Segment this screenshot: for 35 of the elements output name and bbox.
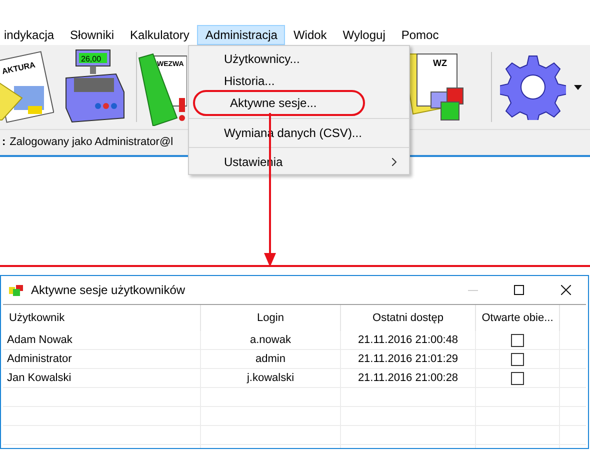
table-cell: admin [201, 350, 341, 368]
menu-bar-item[interactable]: Administracja [197, 25, 286, 45]
table-cell: 21.11.2016 21:01:29 [341, 350, 476, 368]
menu-bar-item[interactable]: Pomoc [393, 25, 447, 45]
menu-bar-item[interactable]: Wyloguj [334, 25, 394, 45]
menu-bar-item[interactable]: Kalkulatory [122, 25, 198, 45]
table-cell: 21.11.2016 21:00:48 [341, 331, 476, 349]
table-cell: 21.11.2016 21:00:28 [341, 369, 476, 387]
checkbox[interactable] [511, 352, 524, 366]
table-cell: j.kowalski [201, 369, 341, 387]
login-status: Zalogowany jako Administrator@l [8, 135, 174, 150]
table-cell: Adam Nowak [3, 331, 201, 349]
window-title: Aktywne sesje użytkowników [31, 282, 186, 299]
status-label: : [1, 135, 6, 150]
column-header[interactable]: Otwarte obie... [476, 305, 560, 331]
menu-bar-item[interactable]: indykacja [0, 25, 62, 45]
invoice-drawing[interactable]: AKTURA [0, 48, 54, 126]
caret-icon[interactable] [574, 84, 582, 90]
checkbox[interactable] [511, 334, 524, 346]
column-header[interactable]: Login [201, 305, 341, 331]
menu-item[interactable]: Aktywne sesje... [195, 92, 363, 114]
column-header[interactable]: Użytkownik [3, 305, 201, 331]
maximize-icon[interactable] [514, 285, 524, 295]
checkbox[interactable] [511, 372, 524, 384]
menu-item[interactable]: Użytkownicy... [189, 48, 409, 70]
table-cell: Jan Kowalski [3, 369, 201, 387]
gear-icon[interactable] [500, 54, 566, 120]
menu-item[interactable]: Historia... [189, 70, 409, 92]
table-cell: a.nowak [201, 331, 341, 349]
column-header[interactable]: Ostatni dostęp [341, 305, 476, 331]
close-icon[interactable] [561, 285, 571, 295]
table-cell: Administrator [3, 350, 201, 368]
menu-bar-item[interactable]: Słowniki [62, 25, 122, 45]
menu-bar-item[interactable]: Widok [285, 25, 335, 45]
blocks-icon [9, 284, 23, 296]
